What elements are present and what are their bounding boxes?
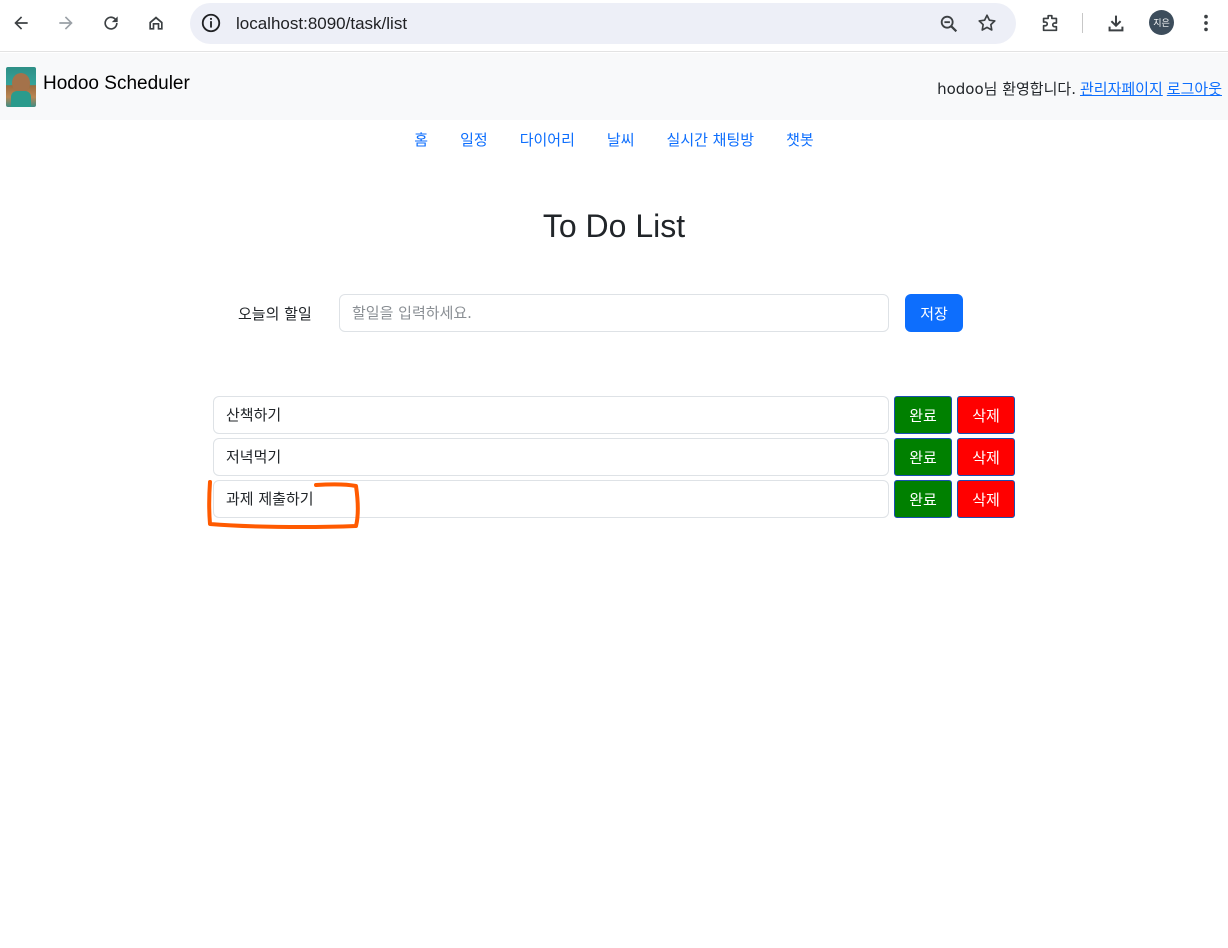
task-text[interactable]: 산책하기 [213, 396, 889, 434]
profile-avatar[interactable]: 지은 [1149, 10, 1174, 35]
task-input[interactable] [339, 294, 889, 332]
zoom-icon[interactable] [938, 13, 960, 35]
home-icon[interactable] [141, 8, 171, 38]
bookmark-star-icon[interactable] [976, 12, 998, 34]
site-info-icon[interactable] [200, 12, 222, 34]
logout-link[interactable]: 로그아웃 [1167, 80, 1222, 98]
task-row: 산책하기 완료 삭제 [213, 396, 1018, 434]
back-icon[interactable] [6, 8, 36, 38]
main-nav: 홈 일정 다이어리 날씨 실시간 채팅방 챗봇 [0, 128, 1228, 152]
delete-button[interactable]: 삭제 [957, 396, 1015, 434]
reload-icon[interactable] [96, 8, 126, 38]
task-row: 저녁먹기 완료 삭제 [213, 438, 1018, 476]
task-text[interactable]: 과제 제출하기 [213, 480, 889, 518]
complete-button[interactable]: 완료 [894, 438, 952, 476]
nav-item-chat[interactable]: 실시간 채팅방 [651, 128, 771, 152]
task-text[interactable]: 저녁먹기 [213, 438, 889, 476]
delete-button[interactable]: 삭제 [957, 480, 1015, 518]
page-title: To Do List [542, 208, 686, 244]
task-row: 과제 제출하기 완료 삭제 [213, 480, 1018, 518]
nav-item-weather[interactable]: 날씨 [591, 128, 651, 152]
nav-item-diary[interactable]: 다이어리 [504, 128, 591, 152]
menu-kebab-icon[interactable] [1191, 8, 1221, 38]
browser-toolbar: localhost:8090/task/list 지은 [0, 0, 1228, 52]
brand-logo[interactable] [6, 67, 36, 107]
task-input-label: 오늘의 할일 [238, 305, 312, 323]
complete-button[interactable]: 완료 [894, 480, 952, 518]
extensions-icon[interactable] [1035, 8, 1065, 38]
nav-item-chatbot[interactable]: 챗봇 [770, 128, 830, 152]
nav-item-home[interactable]: 홈 [398, 128, 444, 152]
save-button[interactable]: 저장 [905, 294, 963, 332]
url-text[interactable]: localhost:8090/task/list [236, 14, 407, 34]
brand-name[interactable]: Hodoo Scheduler [43, 73, 190, 95]
address-bar[interactable]: localhost:8090/task/list [190, 3, 1016, 44]
nav-item-schedule[interactable]: 일정 [444, 128, 504, 152]
user-welcome: hodoo님 환영합니다. 관리자페이지 로그아웃 [937, 78, 1222, 99]
forward-icon[interactable] [51, 8, 81, 38]
delete-button[interactable]: 삭제 [957, 438, 1015, 476]
app-header: Hodoo Scheduler hodoo님 환영합니다. 관리자페이지 로그아웃 [0, 53, 1228, 120]
welcome-text: hodoo님 환영합니다. [937, 80, 1076, 98]
toolbar-divider [1082, 13, 1083, 33]
admin-page-link[interactable]: 관리자페이지 [1080, 80, 1163, 98]
complete-button[interactable]: 완료 [894, 396, 952, 434]
download-icon[interactable] [1101, 8, 1131, 38]
